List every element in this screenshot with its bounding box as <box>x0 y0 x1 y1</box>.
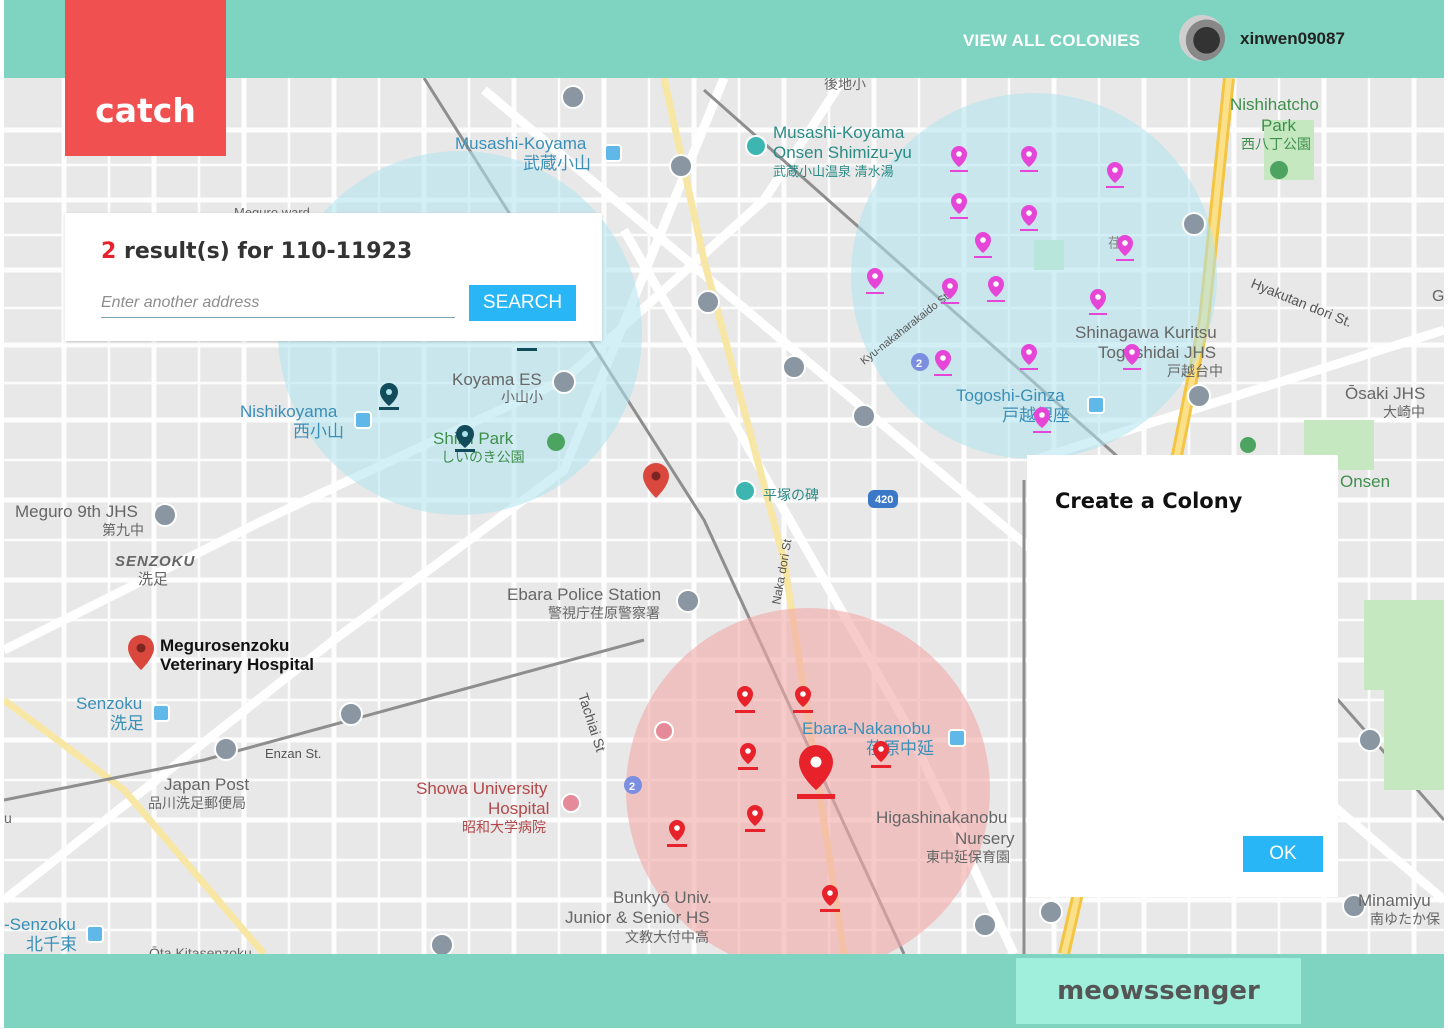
app-logo[interactable]: catch <box>65 0 226 156</box>
map-label-senzoku-area-jp: 洗足 <box>138 571 168 588</box>
map-label-nishikoyama-jp: 西小山 <box>293 422 344 441</box>
map-label-nishihatcho-2: Park <box>1261 116 1296 135</box>
map-label-onsen-1: Musashi-Koyama <box>773 123 905 142</box>
map-label-route: 420 <box>875 494 893 506</box>
map-label-nishikoyama: Nishikoyama <box>240 402 338 421</box>
map-label-vet-1: Megurosenzoku <box>160 636 289 655</box>
map-label-minamiyu-jp: 南ゆたか保 <box>1370 911 1440 927</box>
map-label-japan-post: Japan Post <box>164 775 249 794</box>
map-label-togoshidai-jp: 戸越台中 <box>1167 363 1223 379</box>
map-label-goji: 後地小 <box>824 76 866 92</box>
map-label-ebara-police-jp: 警視庁荏原警察署 <box>548 605 660 621</box>
map-label-showa-2: Hospital <box>488 799 549 818</box>
map-label-shiiki-jp: しいのき公園 <box>441 449 525 465</box>
map-label-meguro9: Meguro 9th JHS <box>15 502 138 521</box>
map-label-koyama-es: Koyama ES <box>452 370 542 389</box>
result-text: result(s) for 110-11923 <box>116 239 413 264</box>
create-colony-dialog: Create a Colony OK <box>1027 455 1338 897</box>
map-label-showa-1: Showa University <box>416 779 548 798</box>
map-label-senzoku: Senzoku <box>76 694 142 713</box>
map-label-bunkyo-1: Bunkyō Univ. <box>613 888 712 907</box>
map-label-musashi-koyama-jp: 武蔵小山 <box>523 154 591 173</box>
map-label-ebara-nakanobu: Ebara-Nakanobu <box>802 719 931 738</box>
map-label-route2: 2 <box>916 358 922 370</box>
map-label-nishihatcho-1: Nishihatcho <box>1230 95 1319 114</box>
meowssenger-button[interactable]: meowssenger <box>1016 958 1301 1024</box>
map-label-onsen-jp: 武蔵小山温泉 清水湯 <box>773 164 894 179</box>
map-label-onsen-2: Onsen Shimizu-yu <box>773 143 912 162</box>
map-label-kitasenzoku-jp: 北千束 <box>26 935 77 954</box>
map-label-minamiyu: Minamiyu <box>1358 891 1431 910</box>
map-label-musashi-koyama: Musashi-Koyama <box>455 134 587 153</box>
map-label-senzoku-area: SENZOKU <box>115 553 196 570</box>
username[interactable]: xinwen09087 <box>1240 29 1345 49</box>
map-label-japan-post-jp: 品川洗足郵便局 <box>148 795 246 811</box>
map-label-ga: Ga <box>1432 288 1444 305</box>
search-button[interactable]: SEARCH <box>469 285 576 321</box>
create-colony-title: Create a Colony <box>1055 489 1243 513</box>
map-label-hiratsuka: 平塚の碑 <box>763 487 819 503</box>
result-count: 2 <box>101 239 117 264</box>
view-all-colonies-link[interactable]: VIEW ALL COLONIES <box>963 31 1140 51</box>
map-label-meguro9-jp: 第九中 <box>102 522 144 538</box>
map-label-osaki-jp: 大崎中 <box>1383 404 1425 420</box>
map-label-nishihatcho-jp: 西八丁公園 <box>1241 136 1311 152</box>
address-search-input[interactable] <box>101 289 455 318</box>
map-label-higashi-jp: 東中延保育園 <box>926 849 1010 865</box>
map-label-enzan: Enzan St. <box>265 746 321 761</box>
map-label-bunkyo-2: Junior & Senior HS <box>565 908 710 927</box>
map-label-edge-u: u <box>4 810 12 826</box>
map-label-route2b: 2 <box>629 781 635 793</box>
map-label-showa-jp: 昭和大学病院 <box>462 819 546 835</box>
user-avatar[interactable] <box>1179 15 1225 61</box>
map-label-higashi-2: Nursery <box>955 829 1015 848</box>
map-label-higashi-1: Higashinakanobu <box>876 808 1007 827</box>
results-heading: 2 result(s) for 110-11923 <box>101 239 412 264</box>
map-label-onsen-edge: Onsen <box>1340 472 1390 491</box>
map-label-osaki: Ōsaki JHS <box>1345 384 1425 403</box>
map-label-ebara-police: Ebara Police Station <box>507 585 661 604</box>
map-label-togoshidai: Togoshidai JHS <box>1098 343 1216 362</box>
map-label-kitasenzoku: -Senzoku <box>4 915 76 934</box>
map-label-senzoku-jp: 洗足 <box>110 714 144 733</box>
search-results-panel: 2 result(s) for 110-11923 SEARCH <box>65 213 602 341</box>
map-label-bunkyo-jp: 文教大付中高 <box>625 929 709 945</box>
map-label-vet-2: Veterinary Hospital <box>160 655 314 674</box>
map-label-koyama-es-jp: 小山小 <box>501 389 543 405</box>
map-label-kuritsu: Shinagawa Kuritsu <box>1075 323 1217 342</box>
app-frame: Musashi-Koyama 武蔵小山 Nishikoyama 西小山 Togo… <box>4 0 1444 1028</box>
ok-button[interactable]: OK <box>1243 836 1323 872</box>
map-label-togoshi-ginza: Togoshi-Ginza <box>956 386 1065 405</box>
